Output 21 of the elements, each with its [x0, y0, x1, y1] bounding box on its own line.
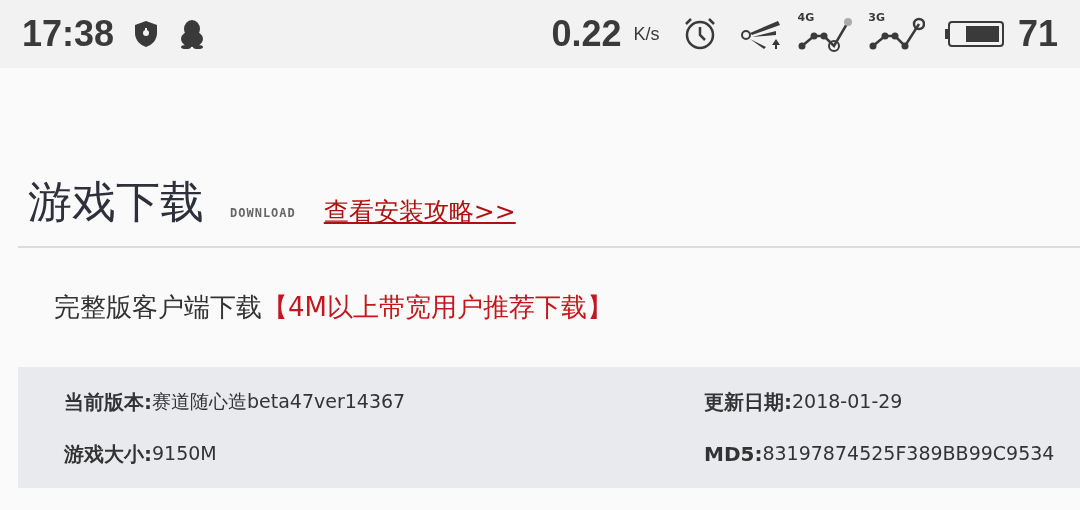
speed-unit: K/s [633, 22, 660, 46]
battery-percent: 71 [1017, 12, 1058, 56]
install-guide-link[interactable]: 查看安装攻略>> [323, 199, 516, 224]
info-label: 游戏大小: [64, 440, 152, 468]
network-type: 3G [868, 12, 885, 23]
info-label: 当前版本: [64, 388, 152, 416]
info-value: 9150M [152, 440, 217, 466]
info-value: 83197874525F389BB99C9534 [762, 440, 1055, 466]
download-label: DOWNLOAD [230, 205, 296, 222]
section-title: 完整版客户端下载 [54, 291, 262, 324]
page-title: 游戏下载 [28, 180, 204, 224]
info-label: MD5: [704, 440, 763, 468]
info-value: 2018-01-29 [792, 388, 903, 414]
network-type: 4G [797, 12, 815, 23]
info-label: 更新日期: [704, 388, 792, 416]
battery-icon [944, 21, 1004, 47]
recommendation-note: 【4M以上带宽用户推荐下载】 [262, 291, 613, 324]
shield-icon [134, 20, 159, 48]
info-value: 赛道随心造beta47ver14367 [152, 388, 406, 414]
network-speed: 0.22 [551, 12, 622, 56]
clock: 17:38 [22, 12, 115, 56]
